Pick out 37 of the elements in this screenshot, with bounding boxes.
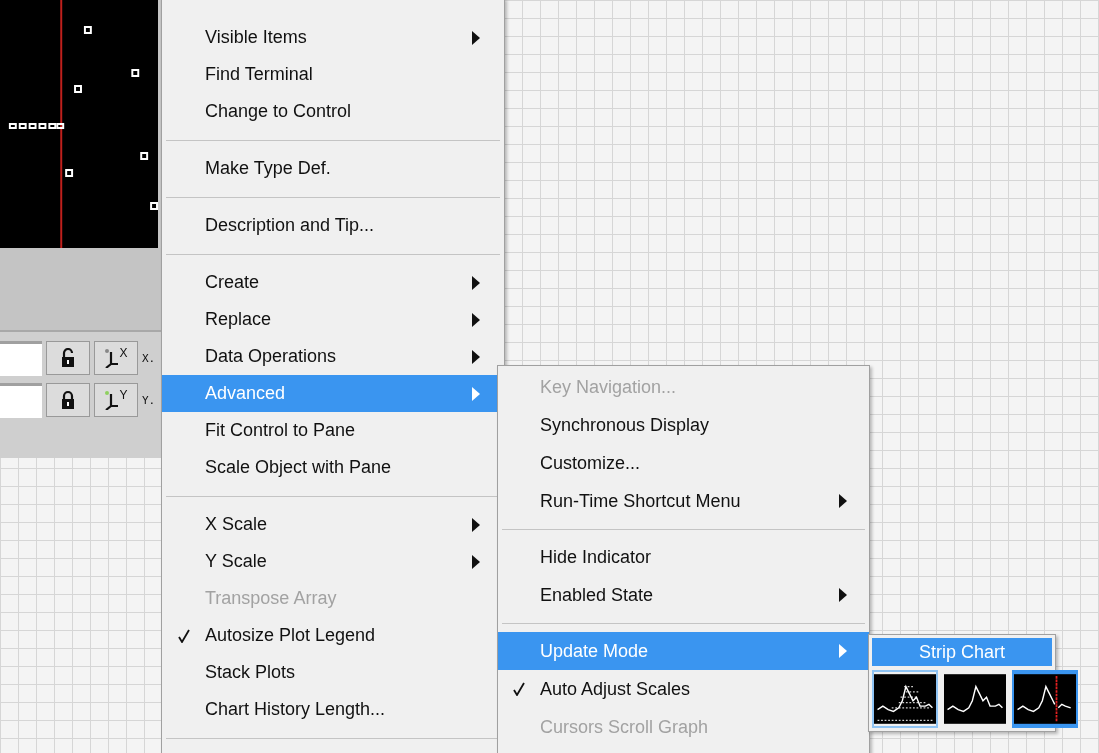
lock-button[interactable]: [46, 383, 90, 417]
axis-label: Y.: [142, 393, 156, 407]
lock-icon: [60, 348, 76, 368]
submenu-arrow-icon: [839, 644, 847, 658]
menu-item[interactable]: Replace: [162, 301, 504, 338]
mode-button[interactable]: [872, 670, 938, 728]
scale-button[interactable]: Y: [94, 383, 138, 417]
axis-icon: [104, 390, 119, 410]
lock-button[interactable]: [46, 341, 90, 375]
waveform-icon: [1014, 673, 1076, 725]
waveform-icon: [874, 673, 936, 725]
menu-item[interactable]: Customize...: [498, 444, 869, 482]
submenu-arrow-icon: [839, 494, 847, 508]
waveform-icon: [944, 673, 1006, 725]
submenu-arrow-icon: [472, 517, 480, 532]
input-field[interactable]: [0, 382, 42, 418]
menu-item[interactable]: Create: [162, 264, 504, 301]
menu-item[interactable]: Description and Tip...: [162, 207, 504, 244]
menu-item[interactable]: Change to Control: [162, 93, 504, 130]
submenu-arrow-icon: [472, 349, 480, 364]
axis-label: X.: [142, 351, 156, 365]
lock-icon: [60, 390, 76, 410]
menu-item[interactable]: Find Terminal: [162, 56, 504, 93]
submenu-arrow-icon: [472, 386, 480, 401]
submenu-arrow-icon: [472, 554, 480, 569]
submenu-arrow-icon: [472, 275, 480, 290]
mode-button[interactable]: [1012, 670, 1078, 728]
menu-item[interactable]: Make Type Def.: [162, 150, 504, 187]
submenu-arrow-icon: [472, 312, 480, 327]
submenu-arrow-icon: [839, 588, 847, 602]
scale-button[interactable]: X: [94, 341, 138, 375]
palette-title: Strip Chart: [872, 638, 1052, 666]
submenu-arrow-icon: [472, 30, 480, 45]
axis-icon: [104, 348, 119, 368]
input-field[interactable]: [0, 340, 42, 376]
menu-item[interactable]: Auto Adjust Scales: [498, 670, 869, 708]
menu-item[interactable]: Visible Items: [162, 19, 504, 56]
